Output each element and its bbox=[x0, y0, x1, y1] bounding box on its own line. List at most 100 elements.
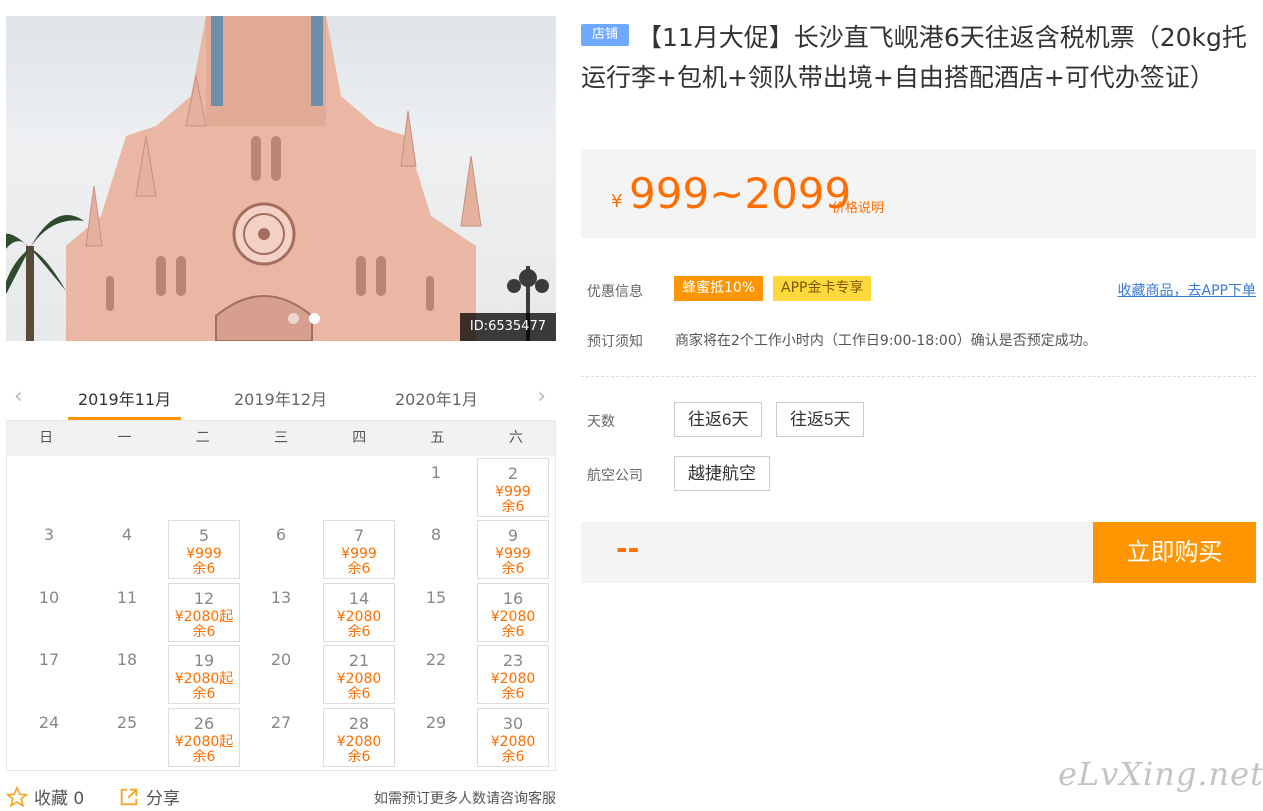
product-photo[interactable]: ID:6535477 bbox=[6, 16, 556, 341]
day-number: 9 bbox=[507, 526, 519, 545]
price-explain-link[interactable]: 价格说明 bbox=[832, 197, 884, 216]
carousel-dots bbox=[288, 313, 320, 324]
day-number: 22 bbox=[425, 650, 447, 669]
day-number: 10 bbox=[38, 588, 60, 607]
weekday-fri: 五 bbox=[430, 430, 445, 446]
day-number: 14 bbox=[348, 589, 370, 608]
calendar-day[interactable]: 2 ¥999 余6 bbox=[477, 458, 549, 517]
day-number: 20 bbox=[270, 650, 292, 669]
day-stock: 余6 bbox=[501, 686, 525, 702]
favorite-go-app-link[interactable]: 收藏商品，去APP下单 bbox=[1118, 280, 1256, 300]
day-number: 11 bbox=[116, 588, 138, 607]
calendar-day[interactable]: 26 ¥2080起 余6 bbox=[168, 708, 240, 767]
day-number: 6 bbox=[275, 525, 287, 544]
calendar-day: 6 bbox=[245, 520, 317, 579]
day-number: 30 bbox=[502, 714, 524, 733]
calendar-day: 22 bbox=[400, 645, 472, 704]
product-header: 店铺 【11月大促】长沙直飞岘港6天往返含税机票（20kg托运行李+包机+领队带… bbox=[581, 18, 1261, 98]
selected-price: -- bbox=[616, 532, 640, 565]
carousel-dot-2[interactable] bbox=[309, 313, 320, 324]
day-price: ¥2080起 bbox=[174, 609, 234, 625]
tab-month-2019-11[interactable]: 2019年11月 bbox=[78, 386, 171, 410]
calendar-day[interactable]: 19 ¥2080起 余6 bbox=[168, 645, 240, 704]
airline-label: 航空公司 bbox=[587, 468, 643, 484]
day-price: ¥999 bbox=[341, 546, 377, 562]
day-stock: 余6 bbox=[501, 561, 525, 577]
calendar-day[interactable]: 5 ¥999 余6 bbox=[168, 520, 240, 579]
option-vietjet[interactable]: 越捷航空 bbox=[674, 456, 770, 491]
calendar-day: 8 bbox=[400, 520, 472, 579]
calendar-day[interactable]: 30 ¥2080 余6 bbox=[477, 708, 549, 767]
favorite-button[interactable]: 收藏 0 bbox=[6, 784, 84, 809]
tab-month-2019-12[interactable]: 2019年12月 bbox=[234, 386, 327, 410]
day-number: 16 bbox=[502, 589, 524, 608]
day-price: ¥999 bbox=[495, 546, 531, 562]
weekday-mon: 一 bbox=[117, 430, 132, 446]
carousel-dot-1[interactable] bbox=[288, 313, 299, 324]
calendar-day: 18 bbox=[91, 645, 163, 704]
price-panel: ¥ 999~2099 价格说明 bbox=[581, 149, 1256, 238]
day-number: 21 bbox=[348, 651, 370, 670]
days-label: 天数 bbox=[587, 414, 615, 430]
calendar-day: 1 bbox=[400, 458, 472, 517]
weekday-thu: 四 bbox=[352, 430, 367, 446]
product-title: 【11月大促】长沙直飞岘港6天往返含税机票（20kg托运行李+包机+领队带出境+… bbox=[581, 23, 1247, 92]
option-5-days[interactable]: 往返5天 bbox=[776, 402, 865, 437]
tab-month-2020-01[interactable]: 2020年1月 bbox=[395, 386, 478, 410]
purchase-bar: -- 立即购买 bbox=[581, 522, 1256, 583]
calendar-day[interactable]: 23 ¥2080 余6 bbox=[477, 645, 549, 704]
calendar-day[interactable]: 7 ¥999 余6 bbox=[323, 520, 395, 579]
day-number: 2 bbox=[507, 464, 519, 483]
price-calendar: 日 一 二 三 四 五 六 1 2 ¥999 余6 3 4 5 ¥999 余6 6 7 ¥999 余6 8… bbox=[6, 420, 556, 771]
calendar-day[interactable]: 9 ¥999 余6 bbox=[477, 520, 549, 579]
calendar-day: 10 bbox=[13, 583, 85, 642]
calendar-day: 24 bbox=[13, 708, 85, 767]
day-number: 27 bbox=[270, 713, 292, 732]
day-number: 19 bbox=[193, 651, 215, 670]
day-price: ¥2080起 bbox=[174, 734, 234, 750]
day-number: 18 bbox=[116, 650, 138, 669]
day-number: 7 bbox=[353, 526, 365, 545]
share-icon bbox=[120, 788, 138, 805]
calendar-day: 20 bbox=[245, 645, 317, 704]
consult-service-text[interactable]: 如需预订更多人数请咨询客服 bbox=[374, 788, 556, 808]
day-stock: 余6 bbox=[192, 561, 216, 577]
weekday-tue: 二 bbox=[195, 430, 210, 446]
next-month-arrow-icon[interactable]: › bbox=[537, 386, 546, 408]
calendar-day: 13 bbox=[245, 583, 317, 642]
day-price: ¥2080 bbox=[490, 609, 536, 625]
weekday-wed: 三 bbox=[273, 430, 288, 446]
day-number: 24 bbox=[38, 713, 60, 732]
site-watermark: eLvXing.net bbox=[1058, 755, 1263, 793]
month-navigation: ‹ 2019年11月 2019年12月 2020年1月 › bbox=[6, 376, 556, 420]
day-stock: 余6 bbox=[347, 749, 371, 765]
weekday-sat: 六 bbox=[508, 430, 523, 446]
day-stock: 余6 bbox=[192, 624, 216, 640]
option-6-days[interactable]: 往返6天 bbox=[674, 402, 763, 437]
day-number: 3 bbox=[43, 525, 55, 544]
booking-notice-label: 预订须知 bbox=[587, 334, 643, 350]
day-number: 13 bbox=[270, 588, 292, 607]
star-icon bbox=[6, 785, 28, 807]
buy-now-button[interactable]: 立即购买 bbox=[1093, 522, 1256, 583]
calendar-day: 17 bbox=[13, 645, 85, 704]
calendar-day: 11 bbox=[91, 583, 163, 642]
day-price: ¥2080起 bbox=[174, 671, 234, 687]
calendar-day[interactable]: 12 ¥2080起 余6 bbox=[168, 583, 240, 642]
day-stock: 余6 bbox=[192, 749, 216, 765]
day-stock: 余6 bbox=[347, 624, 371, 640]
calendar-day[interactable]: 28 ¥2080 余6 bbox=[323, 708, 395, 767]
calendar-day[interactable]: 14 ¥2080 余6 bbox=[323, 583, 395, 642]
calendar-day[interactable]: 16 ¥2080 余6 bbox=[477, 583, 549, 642]
calendar-day: 27 bbox=[245, 708, 317, 767]
day-number: 28 bbox=[348, 714, 370, 733]
share-button[interactable]: 分享 bbox=[118, 784, 180, 809]
prev-month-arrow-icon[interactable]: ‹ bbox=[14, 386, 23, 408]
day-price: ¥2080 bbox=[336, 734, 382, 750]
church-illustration bbox=[6, 16, 549, 341]
calendar-day: 4 bbox=[91, 520, 163, 579]
calendar-day: 29 bbox=[400, 708, 472, 767]
calendar-day[interactable]: 21 ¥2080 余6 bbox=[323, 645, 395, 704]
favorite-label: 收藏 0 bbox=[34, 789, 85, 809]
image-id-badge: ID:6535477 bbox=[459, 313, 556, 341]
